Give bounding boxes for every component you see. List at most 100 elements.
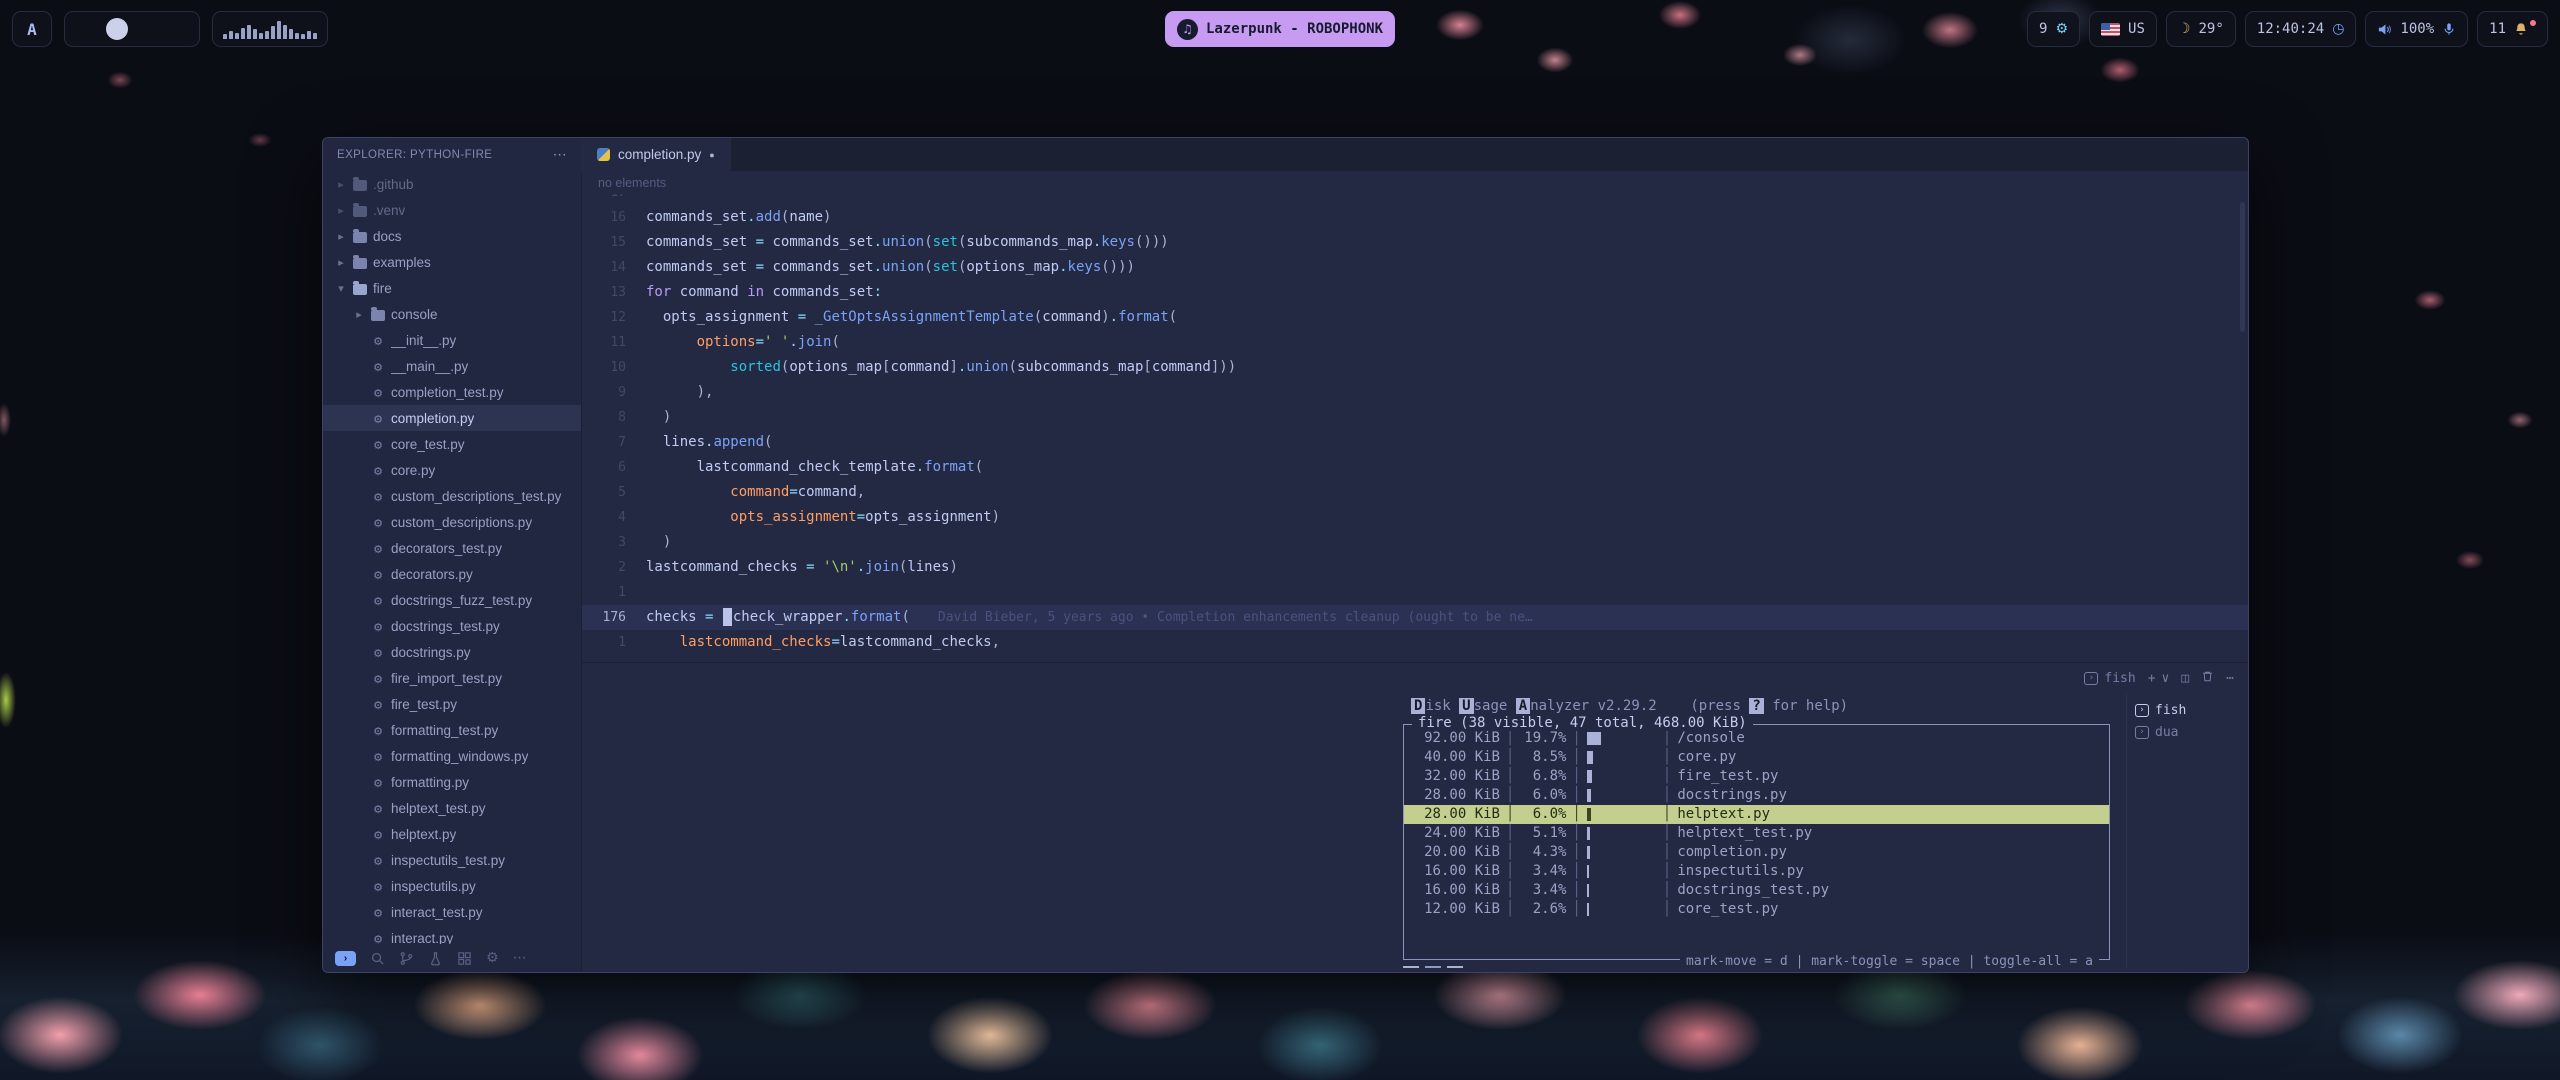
- terminal-tab[interactable]: › fish: [2135, 699, 2248, 721]
- dua-entry-name: docstrings_test.py: [1677, 881, 2101, 900]
- tree-item[interactable]: decorators_test.py: [323, 535, 581, 561]
- modified-dot-icon[interactable]: ●: [709, 150, 714, 160]
- file-or-folder-icon: [371, 567, 385, 582]
- explorer-more-actions-button[interactable]: ⋯: [553, 146, 567, 163]
- tree-item[interactable]: decorators.py: [323, 561, 581, 587]
- source-control-icon[interactable]: [399, 951, 414, 966]
- dua-row[interactable]: 40.00 KiB │ 8.5% │ │ core.py: [1404, 748, 2109, 767]
- workspace-button[interactable]: [76, 18, 98, 40]
- dua-row[interactable]: 28.00 KiB │ 6.0% │ │ helptext.py: [1404, 805, 2109, 824]
- more-actions-icon[interactable]: ⋯: [513, 950, 527, 966]
- tree-item[interactable]: ▸ examples: [323, 249, 581, 275]
- extensions-icon[interactable]: [457, 951, 472, 966]
- tree-item[interactable]: custom_descriptions_test.py: [323, 483, 581, 509]
- tree-item[interactable]: ▸ docs: [323, 223, 581, 249]
- now-playing-widget[interactable]: ♫ Lazerpunk - ROBOPHONK: [1165, 11, 1395, 47]
- dua-row[interactable]: 28.00 KiB │ 6.0% │ │ docstrings.py: [1404, 786, 2109, 805]
- new-terminal-button[interactable]: + ∨: [2148, 671, 2170, 686]
- dua-entry-name: /console: [1677, 729, 2101, 748]
- split-terminal-icon[interactable]: ◫: [2181, 671, 2189, 686]
- file-or-folder-icon: [371, 723, 385, 738]
- workspace-button[interactable]: [136, 18, 158, 40]
- disk-usage-analyzer[interactable]: Disk Usage Analyzer v2.29.2 (press ? for…: [1403, 693, 2126, 968]
- file-or-folder-icon: [371, 931, 385, 945]
- tree-item[interactable]: completion.py: [323, 405, 581, 431]
- dua-row[interactable]: 24.00 KiB │ 5.1% │ │ helptext_test.py: [1404, 824, 2109, 843]
- weather-widget[interactable]: ☽ 29°: [2166, 11, 2236, 47]
- tree-item[interactable]: formatting_windows.py: [323, 743, 581, 769]
- dua-percent: 5.1%: [1520, 824, 1566, 843]
- tree-item[interactable]: interact_test.py: [323, 899, 581, 925]
- panel-more-actions-icon[interactable]: ⋯: [2226, 671, 2234, 686]
- tree-item[interactable]: inspectutils_test.py: [323, 847, 581, 873]
- tree-item[interactable]: helptext_test.py: [323, 795, 581, 821]
- file-or-folder-icon: [353, 284, 367, 295]
- code-line: 176 checks = check_wrapper.format(David …: [582, 605, 2248, 630]
- tree-item[interactable]: ▸ .github: [323, 171, 581, 197]
- tree-item[interactable]: completion_test.py: [323, 379, 581, 405]
- explorer-view-icon[interactable]: ›: [335, 951, 356, 966]
- column-separator: │: [1657, 767, 1677, 786]
- terminal-line: [598, 906, 1403, 925]
- clock-widget[interactable]: 12:40:24 ◷: [2245, 11, 2357, 47]
- tree-item[interactable]: ▾ fire: [323, 275, 581, 301]
- tree-item[interactable]: __main__.py: [323, 353, 581, 379]
- workspace-button[interactable]: [166, 18, 188, 40]
- dua-row[interactable]: 20.00 KiB │ 4.3% │ │ completion.py: [1404, 843, 2109, 862]
- tree-item[interactable]: docstrings_test.py: [323, 613, 581, 639]
- file-or-folder-icon: [371, 541, 385, 556]
- dua-row[interactable]: 32.00 KiB │ 6.8% │ │ fire_test.py: [1404, 767, 2109, 786]
- audio-widget[interactable]: 100%: [2365, 11, 2468, 47]
- dua-usage-bar: [1587, 881, 1657, 900]
- tree-item[interactable]: docstrings_fuzz_test.py: [323, 587, 581, 613]
- code-line: 15 commands_set = commands_set.union(set…: [582, 230, 2248, 255]
- terminal-profile-button[interactable]: › fish: [2084, 671, 2135, 686]
- workspace-button[interactable]: [106, 18, 128, 40]
- test-beaker-icon[interactable]: [428, 951, 443, 966]
- tree-item[interactable]: formatting_test.py: [323, 717, 581, 743]
- tree-item-label: fire_test.py: [391, 697, 457, 712]
- tree-item[interactable]: interact.py: [323, 925, 581, 944]
- tree-item[interactable]: formatting.py: [323, 769, 581, 795]
- tree-item[interactable]: core.py: [323, 457, 581, 483]
- tree-item[interactable]: ▸ console: [323, 301, 581, 327]
- dua-row[interactable]: 92.00 KiB │ 19.7% │ │ /console: [1404, 729, 2109, 748]
- tree-item[interactable]: inspectutils.py: [323, 873, 581, 899]
- column-separator: │: [1500, 729, 1520, 748]
- keyboard-layout-widget[interactable]: US: [2089, 11, 2157, 47]
- tree-item-label: __init__.py: [391, 333, 456, 348]
- column-separator: │: [1500, 843, 1520, 862]
- tree-item[interactable]: fire_import_test.py: [323, 665, 581, 691]
- search-icon[interactable]: [370, 951, 385, 966]
- tab-completion-py[interactable]: completion.py ●: [581, 138, 731, 171]
- terminal-tab[interactable]: › dua: [2135, 721, 2248, 743]
- terminal[interactable]: [582, 693, 1403, 968]
- updates-widget[interactable]: 9 ⚙: [2027, 11, 2080, 47]
- dua-row[interactable]: 12.00 KiB │ 2.6% │ │ core_test.py: [1404, 900, 2109, 919]
- code-line: 5 command=command,: [582, 480, 2248, 505]
- column-separator: │: [1500, 824, 1520, 843]
- settings-gear-icon[interactable]: ⚙: [486, 950, 499, 966]
- file-or-folder-icon: [371, 463, 385, 478]
- launcher-button[interactable]: A: [12, 11, 52, 47]
- dua-row[interactable]: 16.00 KiB │ 3.4% │ │ inspectutils.py: [1404, 862, 2109, 881]
- tree-item[interactable]: fire_test.py: [323, 691, 581, 717]
- tree-item[interactable]: ▸ .venv: [323, 197, 581, 223]
- breadcrumb[interactable]: no elements: [582, 171, 2248, 194]
- terminal-tab-label: fish: [2155, 703, 2186, 718]
- tree-item[interactable]: helptext.py: [323, 821, 581, 847]
- system-monitor-sparkline[interactable]: [212, 11, 328, 47]
- column-separator: │: [1566, 843, 1586, 862]
- tree-item[interactable]: custom_descriptions.py: [323, 509, 581, 535]
- tree-item[interactable]: core_test.py: [323, 431, 581, 457]
- activity-bar: › ⚙ ⋯: [323, 944, 581, 972]
- code-editor[interactable]: 17 """ 16 commands_set.add(name) 15 comm…: [582, 194, 2248, 662]
- explorer-title: EXPLORER: PYTHON-FIRE: [337, 149, 492, 161]
- kill-terminal-icon[interactable]: [2201, 670, 2214, 687]
- dua-row[interactable]: 16.00 KiB │ 3.4% │ │ docstrings_test.py: [1404, 881, 2109, 900]
- notifications-widget[interactable]: 11: [2477, 11, 2548, 47]
- tree-item[interactable]: __init__.py: [323, 327, 581, 353]
- dua-percent: 19.7%: [1520, 729, 1566, 748]
- dua-entry-name: core.py: [1677, 748, 2101, 767]
- tree-item[interactable]: docstrings.py: [323, 639, 581, 665]
